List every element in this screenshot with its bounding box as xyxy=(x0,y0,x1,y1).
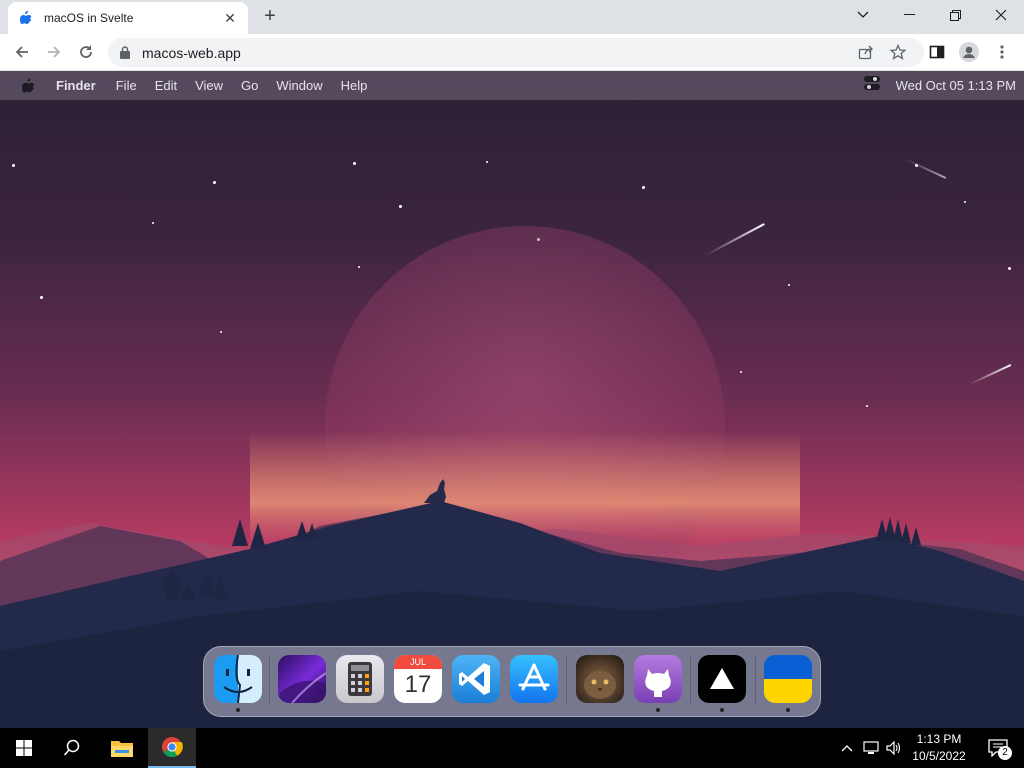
calendar-month: JUL xyxy=(394,655,442,669)
reload-button[interactable] xyxy=(72,40,100,64)
mountain-landscape xyxy=(0,431,1024,728)
side-panel-icon[interactable] xyxy=(923,40,951,64)
apple-logo-icon[interactable] xyxy=(0,77,56,94)
dock-wallpapers[interactable] xyxy=(278,655,326,703)
dock-finder[interactable] xyxy=(214,655,262,703)
close-window-button[interactable] xyxy=(978,0,1024,30)
dock-github[interactable] xyxy=(634,655,682,703)
taskbar-clock[interactable]: 1:13 PM 10/5/2022 xyxy=(905,731,973,765)
running-indicator xyxy=(236,708,240,712)
url-text: macos-web.app xyxy=(142,44,241,61)
windows-logo-icon xyxy=(16,740,32,756)
action-center-button[interactable]: 2 xyxy=(978,728,1018,768)
browser-toolbar: macos-web.app xyxy=(0,34,1024,71)
profile-avatar-icon[interactable] xyxy=(955,40,983,64)
taskbar-date: 10/5/2022 xyxy=(912,749,966,763)
running-indicator xyxy=(656,708,660,712)
new-tab-button[interactable]: + xyxy=(258,4,282,28)
forward-button[interactable] xyxy=(40,40,68,64)
dock-appstore[interactable] xyxy=(510,655,558,703)
folder-icon xyxy=(111,741,133,757)
finder-icon xyxy=(214,655,262,703)
running-indicator xyxy=(786,708,790,712)
menu-help[interactable]: Help xyxy=(341,78,368,93)
browser-tab-strip: macOS in Svelte ✕ + xyxy=(0,0,1024,34)
macos-menubar: Finder File Edit View Go Window Help Wed… xyxy=(0,71,1024,100)
dock-separator xyxy=(269,655,270,705)
menu-go[interactable]: Go xyxy=(241,78,258,93)
dock-calculator[interactable] xyxy=(336,655,384,703)
menu-edit[interactable]: Edit xyxy=(155,78,177,93)
bookmark-star-icon[interactable] xyxy=(884,40,912,64)
menu-app-name[interactable]: Finder xyxy=(56,78,96,93)
tab-search-icon[interactable] xyxy=(840,0,886,30)
browser-tab[interactable]: macOS in Svelte ✕ xyxy=(8,2,248,34)
calculator-icon xyxy=(348,662,372,696)
menubar-clock[interactable]: Wed Oct 05 1:13 PM xyxy=(896,78,1016,93)
dock-vscode[interactable] xyxy=(452,655,500,703)
menu-window[interactable]: Window xyxy=(276,78,322,93)
taskbar-chrome[interactable] xyxy=(148,728,196,768)
tab-title: macOS in Svelte xyxy=(44,11,134,25)
github-icon xyxy=(645,669,671,697)
show-hidden-icons-button[interactable] xyxy=(837,728,857,768)
back-button[interactable] xyxy=(8,40,36,64)
dock-vercel[interactable] xyxy=(698,655,746,703)
menu-file[interactable]: File xyxy=(116,78,137,93)
wallpapers-icon xyxy=(278,672,326,703)
macos-desktop: Finder File Edit View Go Window Help Wed… xyxy=(0,71,1024,728)
volume-icon[interactable] xyxy=(883,728,905,768)
windows-taskbar: 1:13 PM 10/5/2022 2 xyxy=(0,728,1024,768)
network-icon[interactable] xyxy=(860,728,882,768)
browser-menu-icon[interactable] xyxy=(988,40,1016,64)
menu-view[interactable]: View xyxy=(195,78,223,93)
dock-separator xyxy=(755,655,756,705)
dock-separator xyxy=(566,655,567,705)
dock-calendar[interactable]: JUL 17 xyxy=(394,655,442,703)
dock: JUL 17 xyxy=(203,646,821,717)
macos-favicon-icon xyxy=(18,10,34,26)
chrome-icon xyxy=(162,737,183,758)
start-button[interactable] xyxy=(0,728,48,768)
taskbar-time: 1:13 PM xyxy=(916,732,962,746)
taskbar-search-button[interactable] xyxy=(48,728,96,768)
dock-ukraine[interactable] xyxy=(764,655,812,703)
notification-count-badge: 2 xyxy=(998,746,1012,760)
ukraine-flag-icon xyxy=(764,655,812,703)
vscode-icon xyxy=(459,663,490,695)
share-icon[interactable] xyxy=(852,40,880,64)
restore-button[interactable] xyxy=(932,0,978,30)
cat-icon xyxy=(584,669,616,699)
running-indicator xyxy=(720,708,724,712)
appstore-icon xyxy=(518,663,550,691)
lock-icon[interactable] xyxy=(120,45,132,60)
minimize-button[interactable] xyxy=(886,0,932,30)
address-bar[interactable]: macos-web.app xyxy=(108,38,924,67)
search-icon xyxy=(63,739,80,756)
close-tab-icon[interactable]: ✕ xyxy=(222,10,238,27)
vercel-icon xyxy=(710,668,734,689)
taskbar-file-explorer[interactable] xyxy=(98,728,146,768)
dock-separator xyxy=(690,655,691,705)
calendar-day: 17 xyxy=(404,671,432,698)
control-center-icon[interactable] xyxy=(863,75,880,96)
dock-cat[interactable] xyxy=(576,655,624,703)
